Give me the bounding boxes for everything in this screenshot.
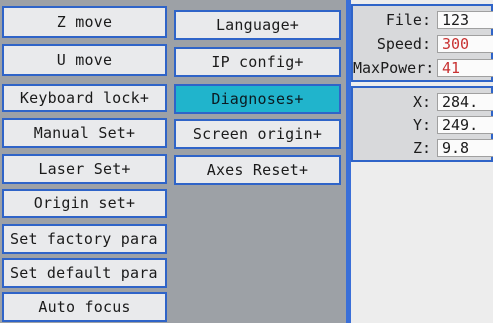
x-value: 284.	[437, 93, 493, 111]
set-default-para-button[interactable]: Set default para	[2, 258, 167, 288]
auto-focus-label: Auto focus	[38, 297, 131, 316]
origin-set-label: Origin set+	[33, 194, 136, 212]
file-value: 123	[437, 11, 493, 29]
y-label: Y:	[412, 116, 431, 134]
auto-focus-button[interactable]: Auto focus	[2, 292, 167, 322]
axes-reset-label: Axes Reset+	[206, 160, 309, 179]
screen-origin-label: Screen origin+	[192, 124, 323, 143]
axes-reset-button[interactable]: Axes Reset+	[174, 155, 341, 185]
screen-origin-button[interactable]: Screen origin+	[174, 119, 341, 149]
set-factory-para-label: Set factory para	[10, 229, 158, 248]
status-panel: File: 123 Speed: 300 MaxPower: 41 X: 284…	[351, 0, 493, 323]
maxpower-row: MaxPower: 41	[353, 57, 493, 79]
speed-row: Speed: 300	[353, 33, 493, 55]
menu-panel: Z move U move Keyboard lock+ Manual Set+…	[0, 0, 346, 323]
z-move-button[interactable]: Z move	[2, 6, 167, 38]
speed-label: Speed:	[376, 35, 431, 53]
keyboard-lock-button[interactable]: Keyboard lock+	[2, 84, 167, 112]
diagnoses-button[interactable]: Diagnoses+	[174, 84, 341, 114]
ip-config-button[interactable]: IP config+	[174, 47, 341, 77]
keyboard-lock-label: Keyboard lock+	[19, 88, 150, 107]
maxpower-value: 41	[437, 59, 493, 77]
z-label: Z:	[412, 139, 431, 157]
z-value: 9.8	[437, 139, 493, 157]
laser-control-screen: Z move U move Keyboard lock+ Manual Set+…	[0, 0, 493, 323]
manual-set-label: Manual Set+	[33, 123, 136, 142]
set-default-para-label: Set default para	[10, 263, 158, 282]
language-button[interactable]: Language+	[174, 10, 341, 40]
laser-set-label: Laser Set+	[38, 159, 131, 178]
manual-set-button[interactable]: Manual Set+	[2, 118, 167, 148]
job-info-box: File: 123 Speed: 300 MaxPower: 41	[351, 4, 493, 82]
diagnoses-label: Diagnoses+	[211, 89, 304, 108]
origin-set-button[interactable]: Origin set+	[2, 189, 167, 218]
file-label: File:	[385, 11, 431, 29]
ip-config-label: IP config+	[211, 52, 304, 71]
x-row: X: 284.	[353, 91, 493, 113]
y-row: Y: 249.	[353, 114, 493, 136]
file-row: File: 123	[353, 9, 493, 31]
laser-set-button[interactable]: Laser Set+	[2, 154, 167, 184]
y-value: 249.	[437, 116, 493, 134]
u-move-label: U move	[56, 50, 113, 69]
language-label: Language+	[215, 15, 300, 34]
x-label: X:	[412, 93, 431, 111]
z-row: Z: 9.8	[353, 137, 493, 159]
speed-value: 300	[437, 35, 493, 53]
set-factory-para-button[interactable]: Set factory para	[2, 224, 167, 254]
maxpower-label: MaxPower:	[353, 59, 435, 77]
coordinates-box: X: 284. Y: 249. Z: 9.8	[351, 86, 493, 162]
z-move-label: Z move	[56, 12, 113, 31]
u-move-button[interactable]: U move	[2, 44, 167, 76]
